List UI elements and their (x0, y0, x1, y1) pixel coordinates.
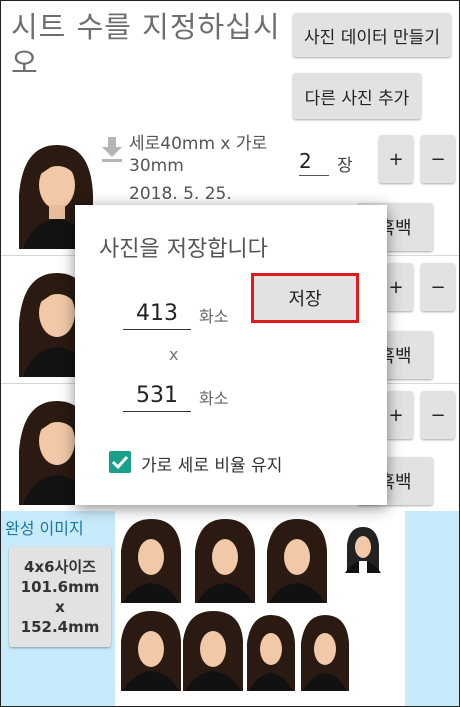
sheet-unit-label: 장 (337, 156, 353, 176)
print-sheet-preview (115, 511, 405, 706)
photo-size-text: 세로40mm x 가로 30mm (129, 134, 268, 176)
times-symbol: x (169, 345, 179, 364)
completed-image-label: 완성 이미지 (5, 519, 84, 538)
decrease-button[interactable]: − (421, 135, 455, 183)
sheet-count-input[interactable]: 2 (299, 149, 329, 176)
decrease-button[interactable]: − (421, 263, 455, 311)
print-size-button[interactable]: 4x6사이즈 101.6mm x 152.4mm (9, 547, 111, 647)
keep-aspect-ratio-label[interactable]: 가로 세로 비율 유지 (141, 451, 282, 476)
size-line: 4x6사이즈 (24, 558, 96, 576)
save-photo-dialog: 사진을 저장합니다 413 화소 x 531 화소 저장 가로 세로 비율 유지 (75, 205, 387, 505)
width-pixels-input[interactable]: 413 (123, 301, 191, 330)
dialog-title: 사진을 저장합니다 (99, 237, 268, 262)
size-line: x (55, 598, 65, 616)
app-screen: 시트 수를 지정하십시오 사진 데이터 만들기 다른 사진 추가 세로40mm … (0, 0, 460, 707)
completed-image-panel: 완성 이미지 4x6사이즈 101.6mm x 152.4mm (1, 511, 459, 706)
height-pixel-unit: 화소 (199, 389, 229, 408)
size-line: 152.4mm (20, 618, 100, 636)
download-icon (101, 137, 123, 163)
checkbox-checked-icon[interactable] (109, 451, 131, 473)
save-button[interactable]: 저장 (251, 273, 359, 323)
height-pixels-input[interactable]: 531 (123, 383, 191, 412)
page-title: 시트 수를 지정하십시오 (11, 10, 281, 80)
decrease-button[interactable]: − (421, 391, 455, 439)
sheet-thumbnails (121, 519, 381, 691)
increase-button[interactable]: + (379, 135, 413, 183)
width-pixel-unit: 화소 (199, 307, 229, 326)
size-line: 101.6mm (20, 578, 100, 596)
add-other-photo-button[interactable]: 다른 사진 추가 (293, 73, 421, 119)
make-photo-data-button[interactable]: 사진 데이터 만들기 (293, 13, 451, 57)
